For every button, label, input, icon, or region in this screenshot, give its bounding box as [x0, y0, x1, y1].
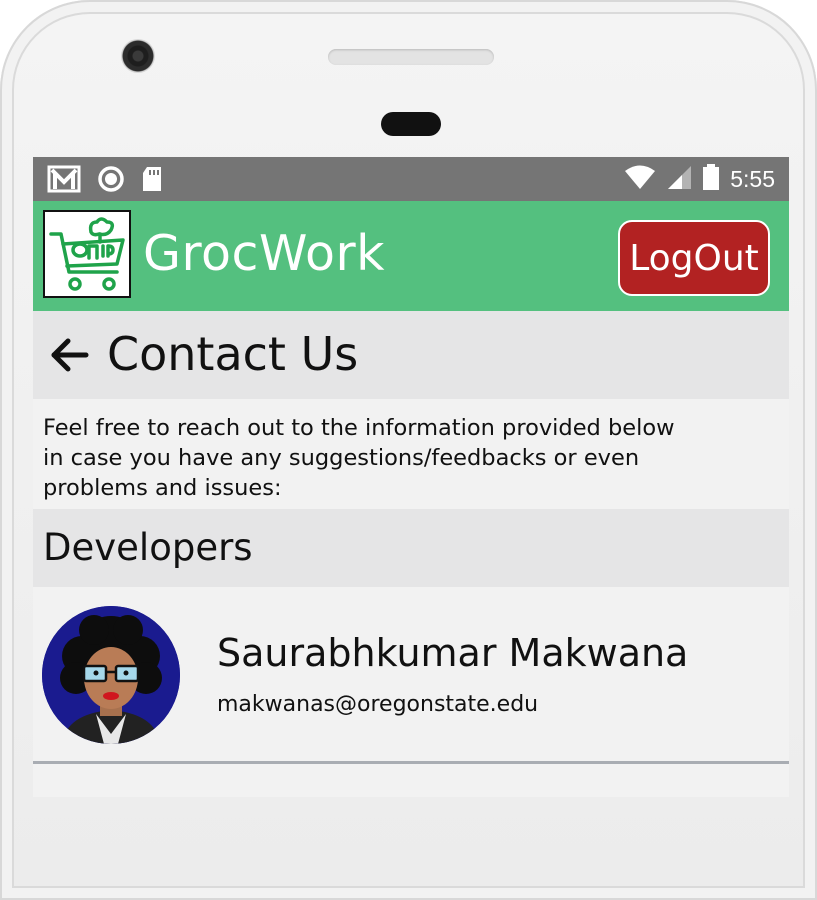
- section-title: Developers: [43, 526, 253, 569]
- intro-line: Feel free to reach out to the informatio…: [43, 415, 675, 441]
- status-time: 5:55: [730, 166, 775, 192]
- page-title: Contact Us: [107, 327, 359, 381]
- intro-line: problems and issues:: [43, 475, 282, 501]
- intro-text: Feel free to reach out to the informatio…: [33, 399, 723, 509]
- page-header: Contact Us: [33, 311, 789, 399]
- app-bar: GrocWork LogOut: [33, 201, 789, 311]
- battery-icon: [702, 163, 720, 196]
- proximity-sensor: [381, 112, 441, 136]
- gmail-icon: [47, 165, 81, 198]
- phone-frame: 5:55 GrocWork LogOut Contact Us Feel fre…: [0, 0, 817, 900]
- screen: 5:55 GrocWork LogOut Contact Us Feel fre…: [33, 157, 789, 797]
- developer-email[interactable]: makwanas@oregonstate.edu: [217, 692, 538, 717]
- back-arrow-icon[interactable]: [48, 333, 92, 377]
- signal-icon: [666, 164, 692, 195]
- circle-icon: [97, 165, 125, 198]
- grocery-cart-logo: [43, 210, 131, 298]
- list-item[interactable]: Saurabhkumar Makwana makwanas@oregonstat…: [33, 587, 789, 764]
- developer-name: Saurabhkumar Makwana: [217, 631, 689, 675]
- front-camera: [121, 39, 155, 73]
- earpiece-speaker: [328, 49, 494, 65]
- developers-section-header: Developers: [33, 509, 789, 587]
- logout-button[interactable]: LogOut: [618, 220, 770, 296]
- sd-card-icon: [141, 165, 163, 198]
- intro-line: in case you have any suggestions/feedbac…: [43, 445, 640, 471]
- wifi-icon: [624, 164, 656, 195]
- app-title: GrocWork: [143, 225, 386, 282]
- status-bar: 5:55: [33, 157, 789, 201]
- developer-avatar: [42, 606, 180, 744]
